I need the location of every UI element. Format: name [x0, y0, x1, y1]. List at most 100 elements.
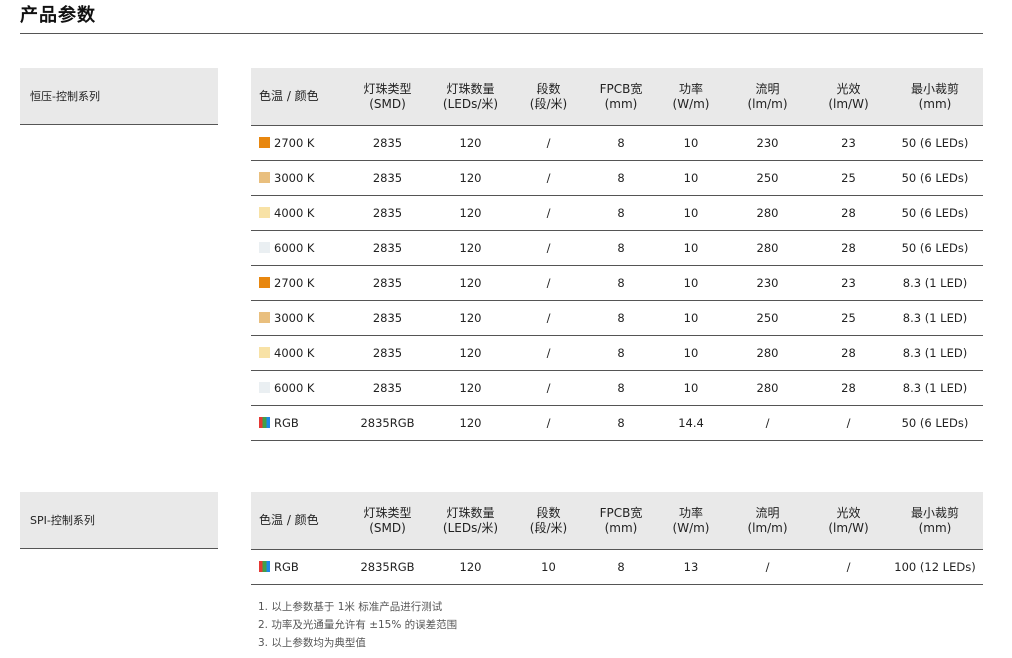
- column-header-line: 流明: [755, 81, 780, 96]
- fpcb-width-cell: 8: [585, 125, 657, 161]
- power-cell: 10: [657, 265, 725, 301]
- series-label-constant-voltage: 恒压-控制系列: [20, 68, 218, 125]
- color-label: 4000 K: [274, 206, 315, 220]
- color-cell: 3000 K: [251, 300, 346, 336]
- title-divider: [20, 33, 983, 34]
- notes: 1. 以上参数基于 1米 标准产品进行测试 2. 功率及光通量允许有 ±15% …: [258, 598, 457, 652]
- color-swatch-icon: [259, 561, 270, 572]
- column-header: 光效 (lm/W): [810, 492, 887, 550]
- table-row: 2700 K 2835 120/8 10 230 23 8.3 (1 LED): [251, 265, 983, 301]
- efficacy-cell: 28: [810, 195, 887, 231]
- color-swatch-icon: [259, 277, 270, 288]
- color-label: 4000 K: [274, 346, 315, 360]
- column-header-line: (mm): [918, 96, 952, 111]
- note-line: 3. 以上参数均为典型值: [258, 637, 366, 649]
- table-row: 2700 K 2835 120/8 10 230 23 50 (6 LEDs): [251, 125, 983, 161]
- column-header-line: 段数: [536, 505, 561, 520]
- column-header-line: FPCB宽: [599, 81, 643, 96]
- smd-type-cell: 2835: [346, 300, 429, 336]
- note-line: 1. 以上参数基于 1米 标准产品进行测试: [258, 601, 443, 613]
- efficacy-cell: 28: [810, 370, 887, 406]
- column-header-line: 色温 / 颜色: [259, 89, 319, 103]
- segments-cell: /: [512, 335, 585, 371]
- efficacy-cell: 25: [810, 160, 887, 196]
- led-count-cell: 120: [429, 160, 512, 196]
- color-cell: 4000 K: [251, 195, 346, 231]
- spec-table-constant-voltage: 色温 / 颜色 灯珠类型 (SMD) 灯珠数量 (LEDs/米) 段数 (段/米) FPCB宽…: [251, 68, 983, 441]
- power-cell: 10: [657, 370, 725, 406]
- page-title: 产品参数: [20, 5, 96, 26]
- min-cut-cell: 8.3 (1 LED): [887, 265, 983, 301]
- min-cut-cell: 8.3 (1 LED): [887, 370, 983, 406]
- column-header-line: 流明: [755, 505, 780, 520]
- led-count-cell: 120: [429, 335, 512, 371]
- fpcb-width-cell: 8: [585, 195, 657, 231]
- color-label: 3000 K: [274, 171, 315, 185]
- fpcb-width-cell: 8: [585, 335, 657, 371]
- column-header: 灯珠类型 (SMD): [346, 68, 429, 126]
- lumen-cell: /: [725, 549, 810, 585]
- segments-cell: /: [512, 195, 585, 231]
- min-cut-cell: 50 (6 LEDs): [887, 405, 983, 441]
- lumen-cell: 230: [725, 265, 810, 301]
- lumen-cell: 250: [725, 300, 810, 336]
- smd-type-cell: 2835: [346, 265, 429, 301]
- column-header-line: (段/米): [529, 520, 568, 535]
- min-cut-cell: 50 (6 LEDs): [887, 160, 983, 196]
- column-header: 功率 (W/m): [657, 492, 725, 550]
- efficacy-cell: 23: [810, 125, 887, 161]
- spec-table-spi: 色温 / 颜色 灯珠类型 (SMD) 灯珠数量 (LEDs/米) 段数 (段/米) FPCB宽…: [251, 492, 983, 585]
- color-swatch-icon: [259, 137, 270, 148]
- column-header-line: (lm/m): [747, 96, 788, 111]
- efficacy-cell: 28: [810, 230, 887, 266]
- column-header: 色温 / 颜色: [251, 68, 346, 126]
- fpcb-width-cell: 8: [585, 405, 657, 441]
- table-header-row: 色温 / 颜色 灯珠类型 (SMD) 灯珠数量 (LEDs/米) 段数 (段/米) FPCB宽…: [251, 68, 983, 126]
- color-cell: 6000 K: [251, 230, 346, 266]
- column-header-line: 最小裁剪: [910, 505, 959, 520]
- color-cell: 2700 K: [251, 265, 346, 301]
- min-cut-cell: 100 (12 LEDs): [887, 549, 983, 585]
- table-row: 3000 K 2835 120/8 10 250 25 8.3 (1 LED): [251, 300, 983, 336]
- color-label: 2700 K: [274, 276, 315, 290]
- color-cell: 4000 K: [251, 335, 346, 371]
- min-cut-cell: 50 (6 LEDs): [887, 125, 983, 161]
- column-header-line: (LEDs/米): [442, 520, 499, 535]
- min-cut-cell: 8.3 (1 LED): [887, 300, 983, 336]
- min-cut-cell: 50 (6 LEDs): [887, 195, 983, 231]
- column-header: 最小裁剪 (mm): [887, 68, 983, 126]
- column-header-line: (SMD): [369, 96, 406, 111]
- color-cell: 3000 K: [251, 160, 346, 196]
- efficacy-cell: 23: [810, 265, 887, 301]
- lumen-cell: 280: [725, 230, 810, 266]
- smd-type-cell: 2835: [346, 160, 429, 196]
- column-header: FPCB宽 (mm): [585, 68, 657, 126]
- column-header: 最小裁剪 (mm): [887, 492, 983, 550]
- column-header: 段数 (段/米): [512, 492, 585, 550]
- segments-cell: /: [512, 125, 585, 161]
- column-header: 灯珠数量 (LEDs/米): [429, 68, 512, 126]
- smd-type-cell: 2835: [346, 370, 429, 406]
- table-row: RGB 2835RGB 120 10 8 13//100 (12 LEDs): [251, 549, 983, 585]
- column-header: 流明 (lm/m): [725, 492, 810, 550]
- column-header-line: 灯珠类型: [363, 505, 412, 520]
- column-header-line: 色温 / 颜色: [259, 513, 319, 527]
- column-header-line: 最小裁剪: [910, 81, 959, 96]
- color-label: 6000 K: [274, 381, 315, 395]
- column-header-line: (mm): [604, 96, 638, 111]
- segments-cell: /: [512, 405, 585, 441]
- table-row: 6000 K 2835 120/8 10 280 28 8.3 (1 LED): [251, 370, 983, 406]
- table-header-row: 色温 / 颜色 灯珠类型 (SMD) 灯珠数量 (LEDs/米) 段数 (段/米) FPCB宽…: [251, 492, 983, 550]
- column-header: 灯珠类型 (SMD): [346, 492, 429, 550]
- column-header-line: 光效: [836, 81, 861, 96]
- fpcb-width-cell: 8: [585, 265, 657, 301]
- column-header: 功率 (W/m): [657, 68, 725, 126]
- color-label: 6000 K: [274, 241, 315, 255]
- color-label: RGB: [274, 560, 299, 574]
- column-header: 灯珠数量 (LEDs/米): [429, 492, 512, 550]
- column-header-line: (mm): [918, 520, 952, 535]
- smd-type-cell: 2835: [346, 125, 429, 161]
- column-header: 光效 (lm/W): [810, 68, 887, 126]
- led-count-cell: 120: [429, 549, 512, 585]
- segments-cell: /: [512, 230, 585, 266]
